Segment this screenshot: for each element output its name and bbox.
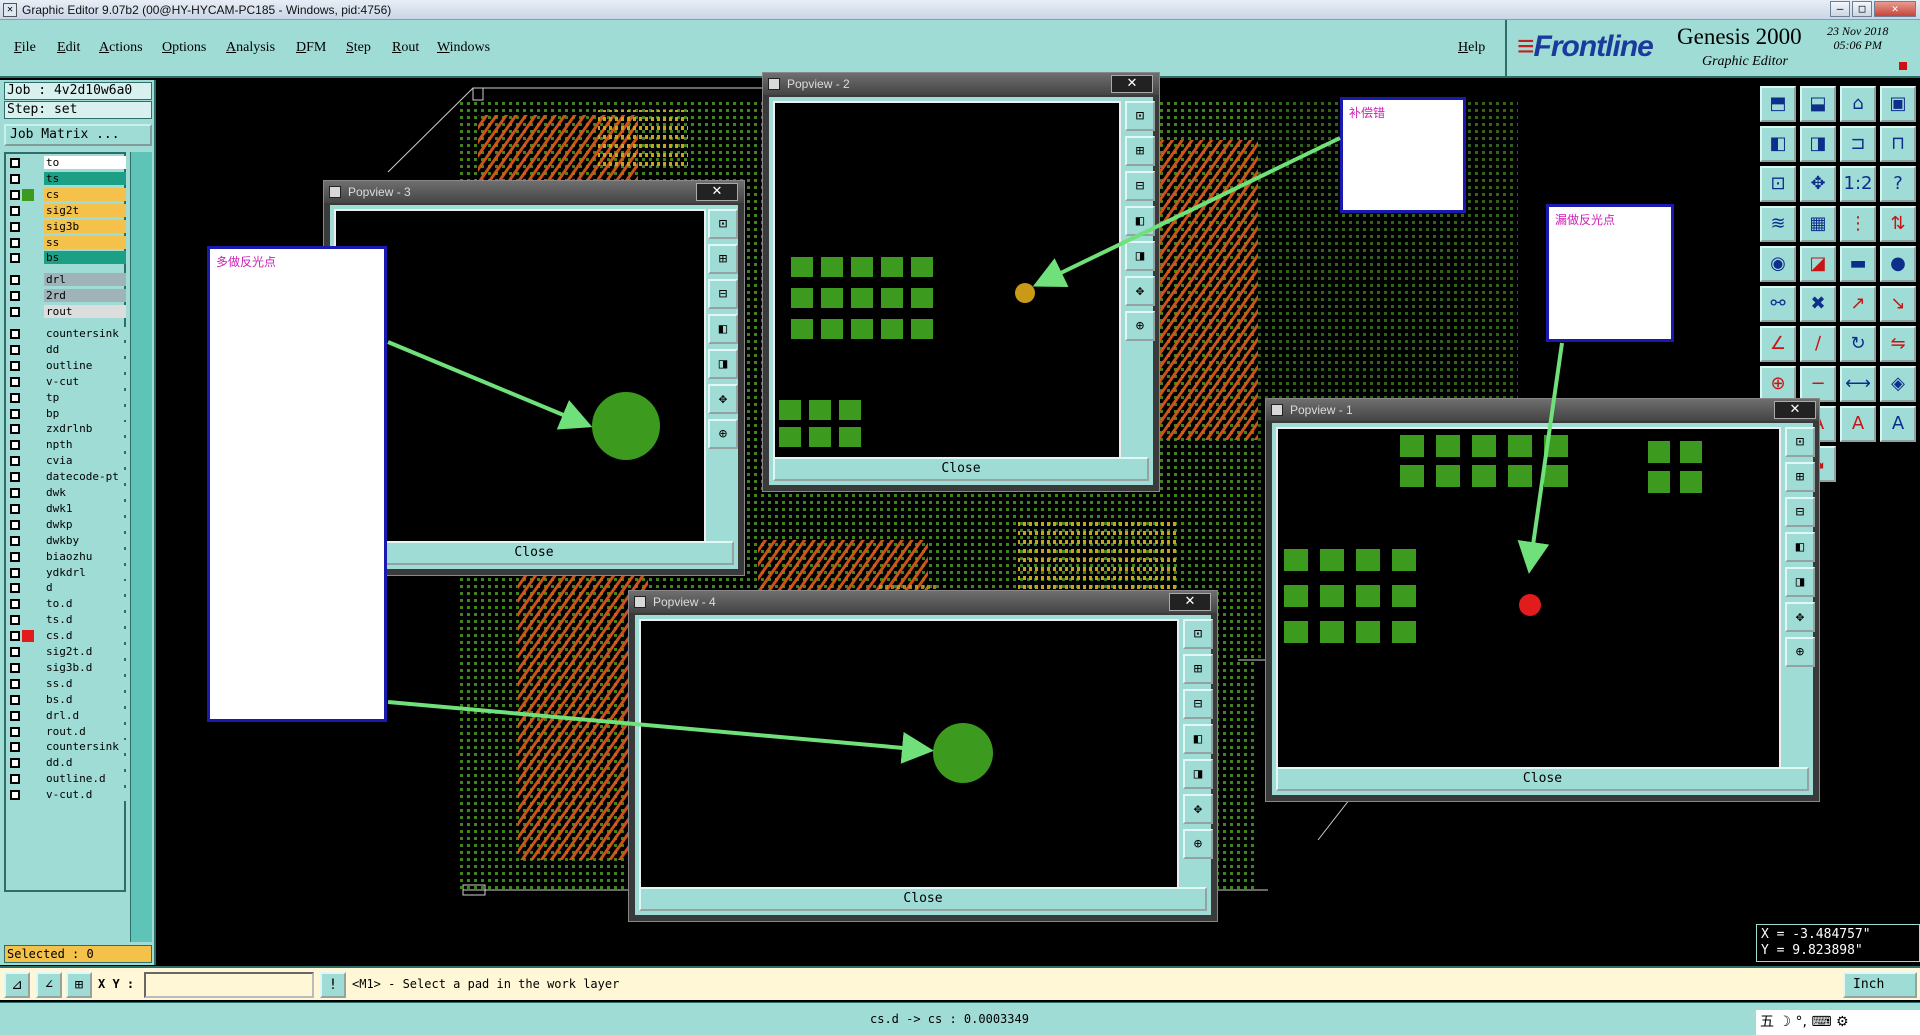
status-bar: cs.d -> cs : 0.0003349 (0, 1002, 1920, 1035)
snap-icon[interactable]: ⊿ (4, 972, 30, 998)
status-text: cs.d -> cs : 0.0003349 (870, 1012, 1029, 1026)
xy-input[interactable] (144, 972, 314, 998)
prompt-message: <M1> - Select a pad in the work layer (352, 977, 620, 991)
xy-label: X Y : (98, 977, 135, 991)
info-icon[interactable]: ! (320, 972, 346, 998)
command-bar: ⊿ ∠ ⊞ X Y : ! <M1> - Select a pad in the… (0, 966, 1920, 1000)
arrow-to-popview-2 (1032, 136, 1341, 287)
measure-icon[interactable]: ∠ (36, 972, 62, 998)
arrow-to-popview-1 (1517, 342, 1564, 574)
unit-selector[interactable]: Inch (1843, 972, 1917, 998)
system-tray: 五 ☽ °, ⌨ ⚙ (1756, 1010, 1920, 1035)
grid-icon[interactable]: ⊞ (66, 972, 92, 998)
annotation-arrows (387, 136, 1564, 764)
arrow-to-popview-3 (387, 340, 593, 430)
arrow-to-popview-4 (387, 700, 934, 764)
